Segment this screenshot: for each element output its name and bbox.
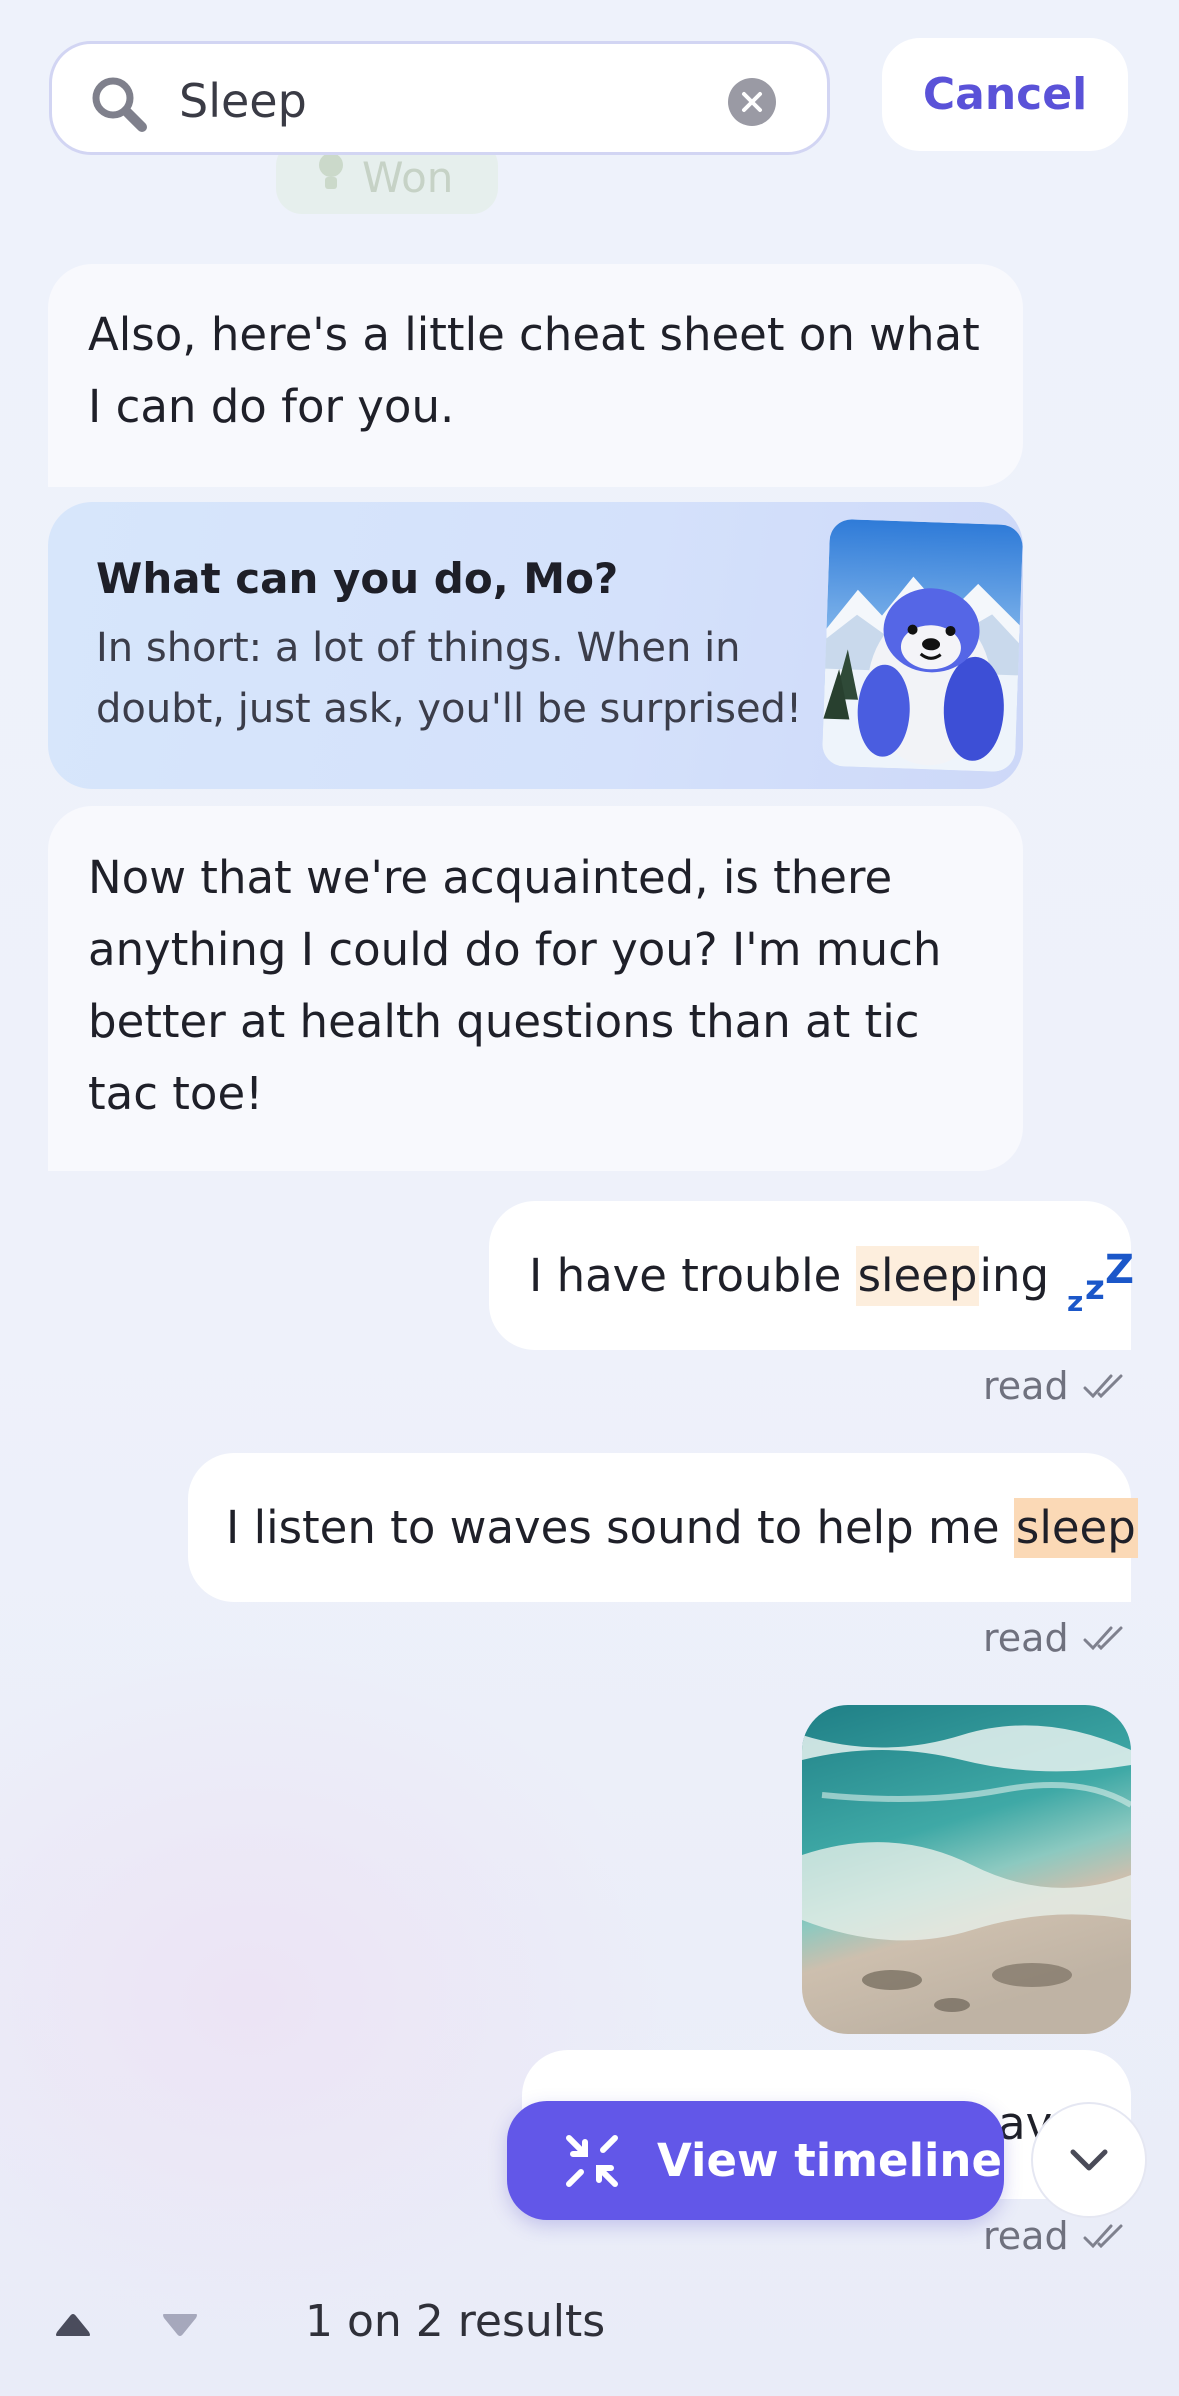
- bot-message: Now that we're acquainted, is there anyt…: [48, 806, 1023, 1171]
- message-text: I listen to waves sound to help me: [226, 1500, 1014, 1554]
- read-receipt: read: [983, 1364, 1127, 1408]
- read-label: read: [983, 2214, 1069, 2258]
- next-result-button[interactable]: [158, 2310, 202, 2340]
- capabilities-card[interactable]: What can you do, Mo? In short: a lot of …: [48, 502, 1023, 789]
- triangle-up-icon: [56, 2314, 90, 2336]
- read-label: read: [983, 1364, 1069, 1408]
- zzz-sleep-icon: z z Z: [1067, 1246, 1135, 1318]
- scroll-to-bottom-button[interactable]: [1031, 2102, 1147, 2218]
- search-bar[interactable]: [49, 41, 830, 155]
- message-text: I have trouble: [529, 1248, 856, 1302]
- cancel-button[interactable]: Cancel: [882, 38, 1128, 151]
- triangle-down-icon: [163, 2314, 197, 2336]
- read-receipt: read: [983, 2214, 1127, 2258]
- waves-photo[interactable]: [802, 1705, 1131, 2034]
- view-timeline-label: View timeline: [657, 2134, 1002, 2187]
- collapse-arrows-icon: [566, 2134, 618, 2187]
- search-icon: [89, 74, 149, 134]
- read-label: read: [983, 1616, 1069, 1660]
- view-timeline-button[interactable]: View timeline: [507, 2101, 1004, 2220]
- user-message[interactable]: I have trouble sleep ing z z Z: [489, 1201, 1135, 1350]
- previous-result-button[interactable]: [51, 2310, 95, 2340]
- chevron-down-icon: [1070, 2149, 1108, 2171]
- search-highlight: sleep: [855, 1245, 980, 1306]
- double-check-icon: [1083, 1626, 1123, 1651]
- search-highlight-current: sleep: [1013, 1497, 1138, 1558]
- search-result-count: 1 on 2 results: [305, 2296, 606, 2347]
- close-icon: [742, 92, 762, 112]
- search-input[interactable]: Sleep: [179, 70, 307, 132]
- clear-search-button[interactable]: [728, 78, 776, 126]
- double-check-icon: [1083, 1374, 1123, 1399]
- bulb-icon: [316, 151, 346, 203]
- bot-message: Also, here's a little cheat sheet on wha…: [48, 264, 1023, 487]
- message-text-suffix: ing: [979, 1248, 1050, 1302]
- user-message[interactable]: I listen to waves sound to help me sleep: [188, 1453, 1138, 1602]
- bot-message-text: Now that we're acquainted, is there anyt…: [88, 851, 942, 1120]
- read-receipt: read: [983, 1616, 1127, 1660]
- card-title: What can you do, Mo?: [96, 554, 619, 603]
- card-body: In short: a lot of things. When in doubt…: [96, 625, 802, 732]
- mascot-image: [821, 518, 1023, 773]
- double-check-icon: [1083, 2224, 1123, 2249]
- ghost-chip-label: Won: [362, 152, 454, 202]
- bot-message-text: Also, here's a little cheat sheet on wha…: [88, 308, 980, 433]
